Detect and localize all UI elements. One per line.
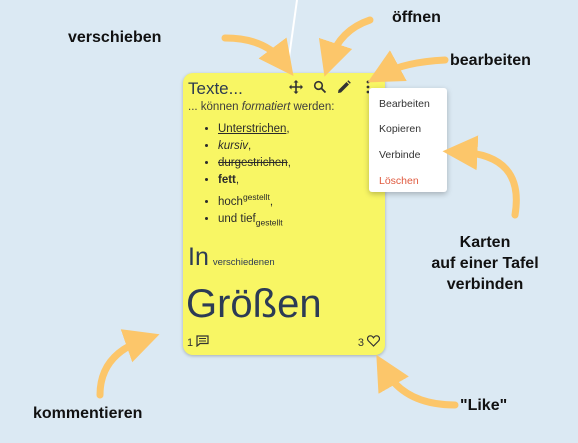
label-move: verschieben [68, 29, 162, 46]
arrow-like [376, 354, 459, 409]
arrow-comment [96, 329, 160, 399]
label-open: öffnen [392, 9, 441, 26]
arrow-move [221, 34, 294, 76]
label-comment: kommentieren [33, 405, 143, 422]
label-edit: bearbeiten [450, 52, 531, 69]
label-connect: Karten auf einer Tafel verbinden [431, 234, 539, 293]
label-like: "Like" [460, 397, 508, 414]
arrow-edit [367, 50, 449, 83]
arrow-connect [442, 135, 520, 219]
arrow-open [318, 16, 374, 77]
